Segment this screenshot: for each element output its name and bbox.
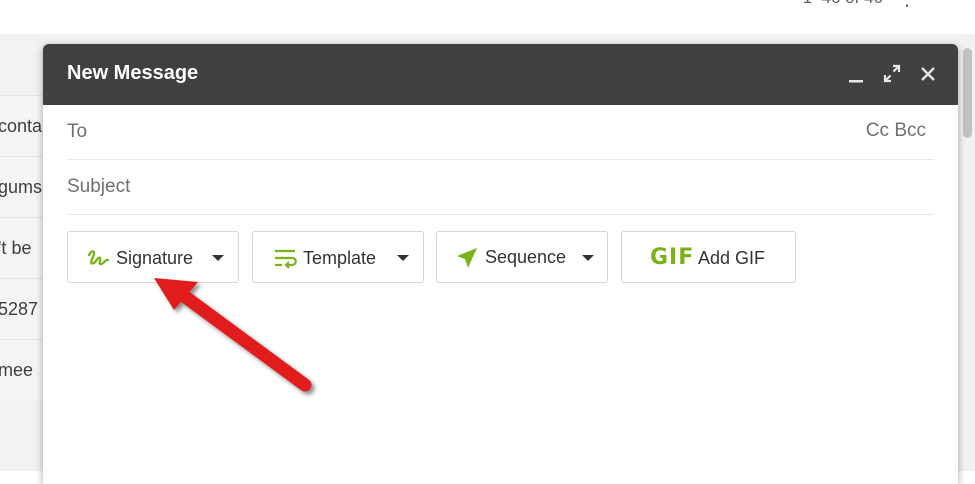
inbox-header-band — [0, 34, 44, 94]
sequence-button[interactable]: Sequence — [436, 231, 608, 283]
inbox-topbar: 1–46 of 46 ⋮ — [0, 0, 975, 34]
to-field-row: Cc Bcc — [67, 105, 934, 160]
subject-input[interactable] — [67, 160, 827, 214]
cc-link[interactable]: Cc — [866, 120, 889, 141]
gif-icon: GIF — [650, 245, 695, 270]
to-input[interactable] — [67, 105, 827, 159]
scrollbar-thumb[interactable] — [963, 48, 972, 138]
inbox-row[interactable]: 't be — [0, 217, 44, 279]
minimize-icon[interactable] — [843, 58, 869, 88]
expand-icon[interactable] — [879, 58, 905, 88]
pagination-count: 1–46 of 46 — [803, 0, 883, 8]
signature-icon — [86, 246, 110, 275]
inbox-row[interactable]: 5287 — [0, 278, 44, 340]
cc-bcc-links: Cc Bcc — [866, 120, 926, 142]
subject-field-row — [67, 160, 934, 215]
inbox-row[interactable]: conta — [0, 95, 44, 157]
signature-label: Signature — [116, 248, 194, 268]
sequence-label: Sequence — [485, 247, 567, 267]
chevron-down-icon — [397, 255, 409, 261]
annotation-arrow-icon — [154, 278, 312, 392]
more-vert-icon[interactable]: ⋮ — [897, 0, 917, 11]
compose-window: New Message Cc Bcc — [43, 44, 958, 484]
send-icon — [455, 246, 479, 275]
bcc-link[interactable]: Bcc — [894, 120, 926, 141]
chevron-down-icon — [582, 255, 594, 261]
compose-title: New Message — [67, 62, 199, 84]
add-gif-label: Add GIF — [698, 248, 766, 268]
template-label: Template — [303, 248, 377, 268]
add-gif-button[interactable]: GIF Add GIF — [621, 231, 796, 283]
chevron-down-icon — [212, 255, 224, 261]
compose-header[interactable]: New Message — [43, 44, 958, 105]
inbox-row[interactable]: gums — [0, 156, 44, 218]
close-icon[interactable] — [915, 58, 941, 88]
inbox-row[interactable]: mee — [0, 339, 44, 401]
